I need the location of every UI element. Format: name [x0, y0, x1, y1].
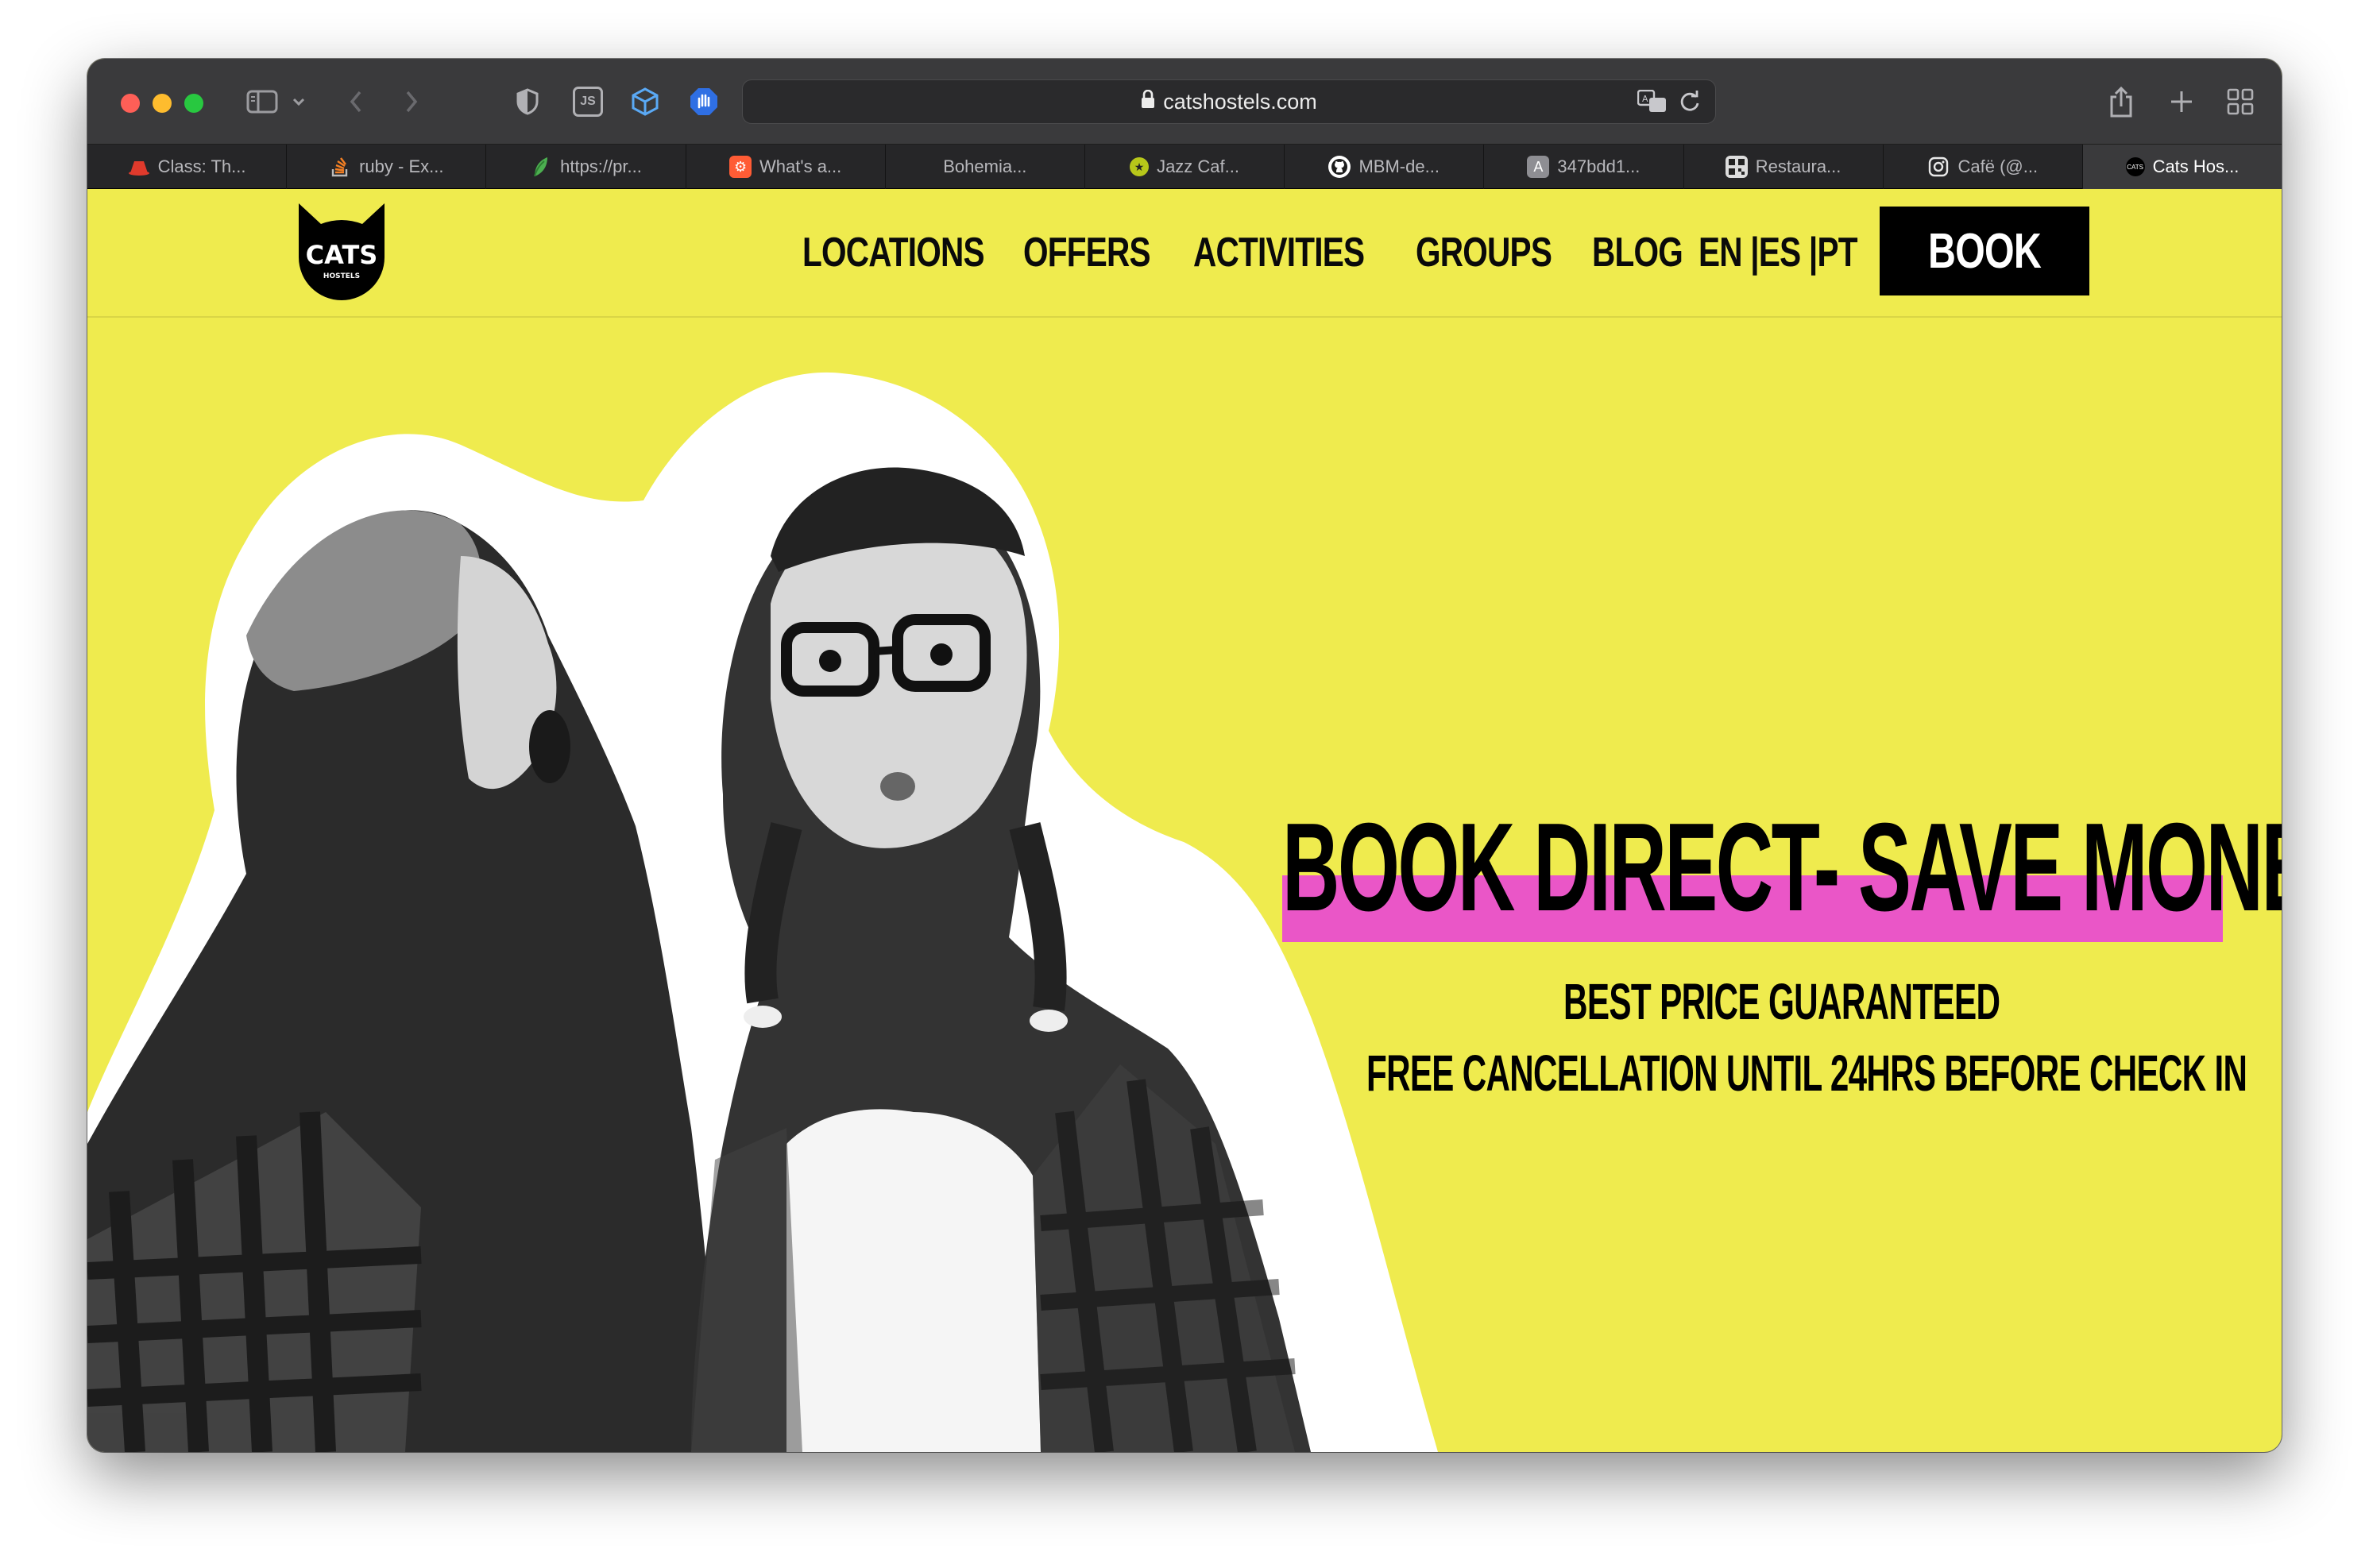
- browser-toolbar: JS catshostels.com A: [87, 59, 2282, 145]
- hero-headline: BOOK DIRECT- SAVE MONEY: [1282, 798, 2282, 937]
- lock-icon: [1141, 89, 1155, 114]
- nav-locations[interactable]: LOCATIONS: [802, 229, 985, 276]
- tab-label: Bohemia...: [943, 156, 1027, 176]
- translate-icon[interactable]: A: [1637, 89, 1668, 119]
- tab-jazz-cafe[interactable]: ★ Jazz Caf...: [1085, 145, 1285, 189]
- tab-restaurant[interactable]: Restaura...: [1684, 145, 1884, 189]
- tab-label: https://pr...: [560, 156, 642, 176]
- cube-extension-icon[interactable]: [628, 83, 663, 121]
- sidebar-toggle-icon[interactable]: [243, 83, 281, 121]
- tab-cats-hostels[interactable]: CATS Cats Hos...: [2082, 145, 2282, 189]
- github-icon: [1328, 156, 1351, 178]
- nav-groups[interactable]: GROUPS: [1416, 229, 1552, 276]
- tab-label: ruby - Ex...: [359, 156, 444, 176]
- new-tab-plus-icon[interactable]: [2164, 83, 2199, 121]
- minimize-window-button[interactable]: [153, 94, 172, 113]
- tab-bohemia[interactable]: Bohemia...: [886, 145, 1085, 189]
- tab-label: Cats Hos...: [2152, 156, 2240, 176]
- hero-subline-best-price: BEST PRICE GUARANTEED: [1563, 973, 2000, 1030]
- ad-blocker-hand-icon[interactable]: [686, 83, 721, 121]
- tab-https[interactable]: https://pr...: [486, 145, 686, 189]
- hero-subline-cancellation: FREE CANCELLATION UNTIL 24HRS BEFORE CHE…: [1366, 1045, 2247, 1102]
- tab-label: Cafë (@...: [1957, 156, 2039, 176]
- leaf-icon: [530, 156, 552, 178]
- hero-section: BOOK DIRECT- SAVE MONEY BEST PRICE GUARA…: [87, 318, 2282, 1452]
- tab-ruby[interactable]: ruby - Ex...: [287, 145, 487, 189]
- book-button-label: BOOK: [1928, 223, 2042, 279]
- tab-label: Jazz Caf...: [1157, 156, 1239, 176]
- nav-offers[interactable]: OFFERS: [1023, 229, 1151, 276]
- site-header: CATS HOSTELS LOCATIONS OFFERS ACTIVITIES…: [87, 189, 2282, 318]
- letter-a-icon: A: [1527, 156, 1550, 178]
- stack-overflow-icon: [329, 156, 351, 178]
- javascript-extension-icon[interactable]: JS: [570, 83, 605, 121]
- back-icon[interactable]: [340, 83, 372, 121]
- tab-strip: Class: Th... ruby - Ex... https://pr... …: [87, 145, 2282, 189]
- tab-label: What's a...: [759, 156, 842, 176]
- browser-window: JS catshostels.com A Class: Th... ruby -…: [87, 59, 2282, 1452]
- nav-blog[interactable]: BLOG: [1592, 229, 1683, 276]
- tab-whats[interactable]: ⚙ What's a...: [686, 145, 886, 189]
- chevron-down-icon[interactable]: [289, 83, 308, 121]
- privacy-shield-icon[interactable]: [512, 83, 543, 121]
- zoom-window-button[interactable]: [184, 94, 203, 113]
- tab-class[interactable]: Class: Th...: [87, 145, 288, 189]
- tab-label: Class: Th...: [157, 156, 246, 176]
- tab-347bdd[interactable]: A 347bdd1...: [1484, 145, 1684, 189]
- tab-label: Restaura...: [1755, 156, 1841, 176]
- nav-activities[interactable]: ACTIVITIES: [1193, 229, 1365, 276]
- share-icon[interactable]: [2104, 83, 2139, 121]
- url-text: catshostels.com: [1163, 89, 1317, 114]
- close-window-button[interactable]: [121, 94, 140, 113]
- reload-icon[interactable]: [1679, 90, 1701, 119]
- js-label: JS: [573, 87, 603, 117]
- star-badge-icon: ★: [1130, 157, 1150, 176]
- book-button[interactable]: BOOK: [1880, 207, 2089, 295]
- svg-text:A: A: [1642, 94, 1648, 104]
- cats-hostel-icon: CATS: [2125, 157, 2145, 176]
- qr-icon: [1725, 156, 1748, 178]
- forward-icon[interactable]: [396, 83, 427, 121]
- tab-mbm[interactable]: MBM-de...: [1285, 145, 1485, 189]
- hubspot-icon: ⚙: [729, 156, 752, 178]
- address-bar[interactable]: catshostels.com A: [742, 79, 1716, 124]
- tab-label: 347bdd1...: [1557, 156, 1641, 176]
- tab-cafe-instagram[interactable]: Cafë (@...: [1884, 145, 2083, 189]
- tab-label: MBM-de...: [1358, 156, 1440, 176]
- tab-overview-icon[interactable]: [2223, 83, 2258, 121]
- instagram-icon: [1927, 156, 1950, 178]
- hero-headline-block: BOOK DIRECT- SAVE MONEY: [1282, 798, 2282, 942]
- red-hat-icon: [128, 156, 150, 178]
- language-switcher[interactable]: EN |ES |PT: [1698, 229, 1857, 276]
